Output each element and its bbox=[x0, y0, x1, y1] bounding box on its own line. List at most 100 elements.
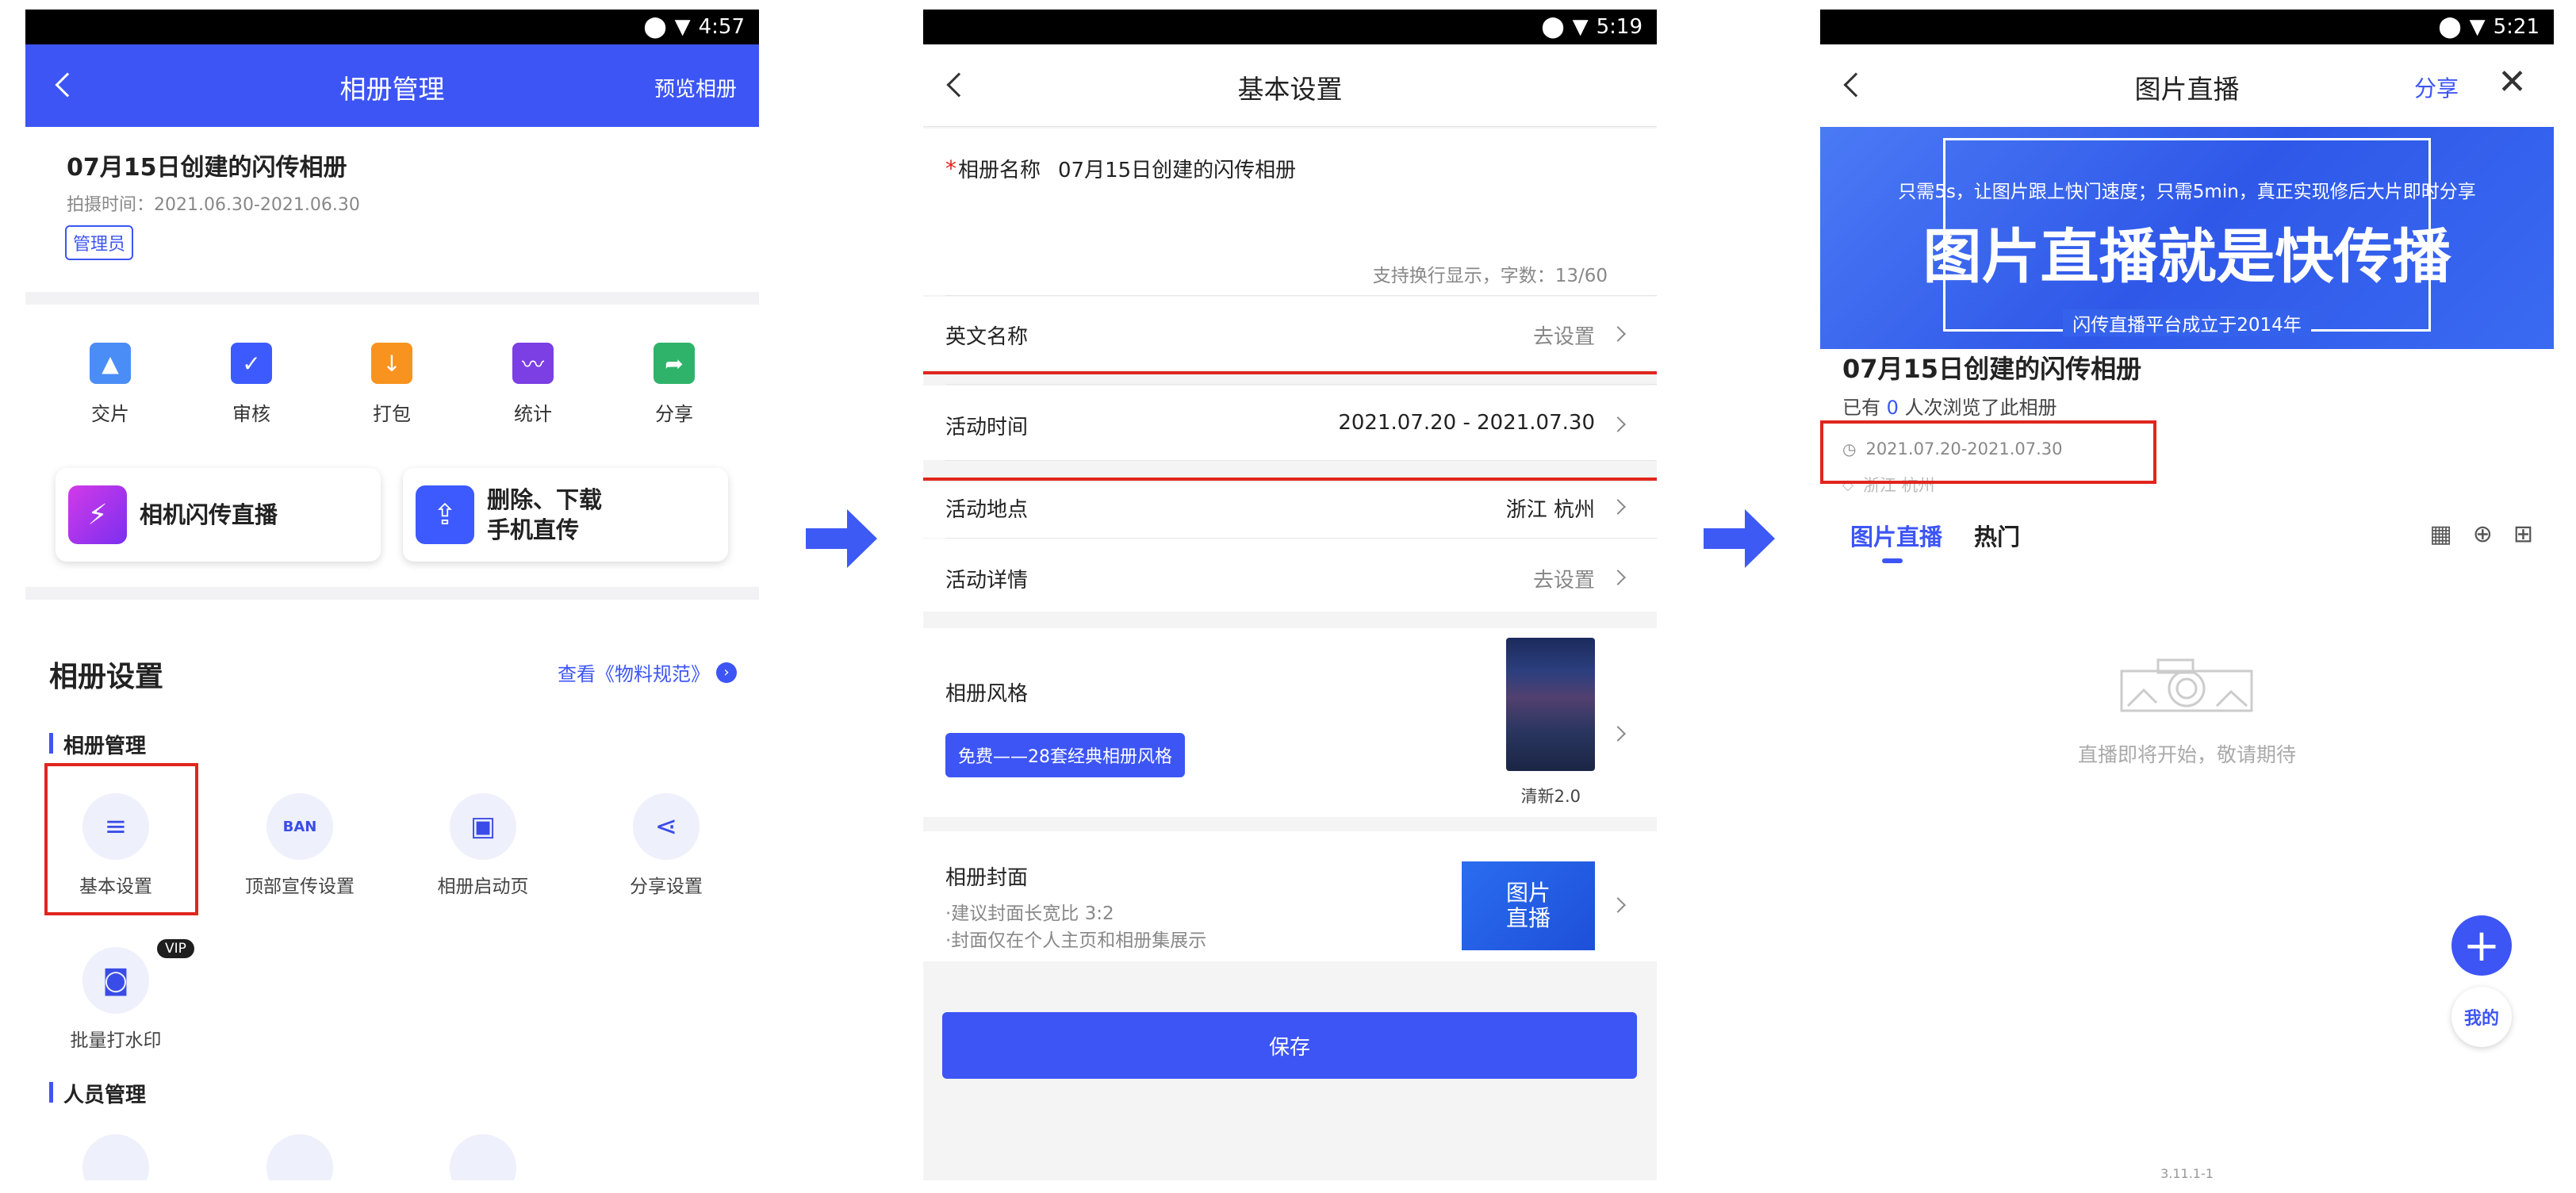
globe-icon[interactable]: ⊕ bbox=[2473, 520, 2493, 548]
quick-action-review[interactable]: ✓ 审核 bbox=[208, 343, 295, 426]
image-upload-icon: ▲ bbox=[90, 343, 131, 384]
page-title: 基本设置 bbox=[1237, 74, 1343, 105]
location-icon: ⬤ bbox=[643, 15, 667, 39]
quick-action-deliver[interactable]: ▲ 交片 bbox=[67, 343, 154, 426]
status-bar: ⬤ ▼ 5:21 bbox=[1820, 10, 2554, 44]
save-button-label: 保存 bbox=[1268, 1035, 1310, 1060]
app-header: 图片直播 分享 ✕ bbox=[1820, 44, 2554, 127]
album-name: 07月15日创建的闪传相册 bbox=[1842, 354, 2142, 384]
album-name-section[interactable]: * 相册名称 07月15日创建的闪传相册 支持换行显示，字数：13/60 bbox=[923, 129, 1657, 295]
row-label: 相册封面 bbox=[945, 866, 1029, 890]
viewer-suffix: 人次浏览了此相册 bbox=[1898, 397, 2057, 419]
viewer-number: 0 bbox=[1886, 397, 1899, 419]
banner-top-text: 只需5s，让图片跟上快门速度；只需5min，真正实现修后大片即时分享 bbox=[1898, 182, 2476, 202]
quick-action-label: 打包 bbox=[373, 403, 411, 425]
empty-camera-icon bbox=[2120, 654, 2253, 712]
chevron-right-icon bbox=[1610, 499, 1626, 515]
banner-icon: BAN bbox=[266, 793, 333, 860]
lightning-icon: ⚡ bbox=[68, 485, 127, 544]
save-button[interactable]: 保存 bbox=[942, 1012, 1637, 1079]
shoot-time: 拍摄时间：2021.06.30-2021.06.30 bbox=[67, 195, 360, 215]
cover-hint-1: ·建议封面长宽比 3:2 bbox=[945, 903, 1114, 924]
card-label: 相机闪传直播 bbox=[140, 501, 278, 528]
location-icon: ⬤ bbox=[2438, 15, 2462, 39]
version-text: 3.11.1-1 bbox=[2160, 1166, 2214, 1180]
row-label: 活动详情 bbox=[945, 569, 1029, 593]
flow-arrow-1 bbox=[806, 509, 877, 568]
page-title: 相册管理 bbox=[339, 74, 445, 105]
quick-action-stats[interactable]: 〰 统计 bbox=[489, 343, 577, 426]
phone-upload-card[interactable]: ⇪ 删除、下载 手机直传 bbox=[403, 468, 728, 562]
setting-label: 批量打水印 bbox=[70, 1030, 162, 1051]
grid-layout-icon[interactable]: ⊞ bbox=[2513, 520, 2533, 548]
divider bbox=[945, 460, 1657, 461]
phone-upload-icon: ⇪ bbox=[416, 485, 474, 544]
style-thumbnail bbox=[1506, 638, 1595, 771]
row-album-cover[interactable]: 相册封面 ·建议封面长宽比 3:2 ·封面仅在个人主页和相册集展示 图片 直播 bbox=[923, 831, 1657, 961]
row-album-style[interactable]: 相册风格 免费——28套经典相册风格 清新2.0 bbox=[923, 628, 1657, 817]
cover-thumbnail-text: 图片 直播 bbox=[1505, 880, 1551, 931]
viewer-prefix: 已有 bbox=[1842, 397, 1887, 419]
section-marker bbox=[49, 733, 53, 754]
add-fab[interactable]: + bbox=[2451, 915, 2512, 976]
chevron-right-icon bbox=[1610, 897, 1626, 913]
setting-label: 分享设置 bbox=[630, 877, 703, 897]
close-icon[interactable]: ✕ bbox=[2497, 62, 2527, 102]
tab-tools: ▦ ⊕ ⊞ bbox=[2429, 520, 2533, 548]
row-english-name[interactable]: 英文名称 去设置 bbox=[923, 297, 1657, 370]
share-link[interactable]: 分享 bbox=[2414, 71, 2459, 103]
quick-action-pack[interactable]: ↓ 打包 bbox=[348, 343, 435, 426]
screen-album-management: ⬤ ▼ 4:57 相册管理 预览相册 07月15日创建的闪传相册 拍摄时间：20… bbox=[25, 10, 759, 1180]
setting-label: 相册启动页 bbox=[437, 877, 529, 897]
chevron-right-icon bbox=[1610, 726, 1626, 742]
banner-bottom-text: 闪传直播平台成立于2014年 bbox=[2063, 309, 2311, 336]
qr-code-icon[interactable]: ▦ bbox=[2429, 520, 2451, 548]
people-icon-2[interactable] bbox=[266, 1134, 333, 1180]
promo-banner: 只需5s，让图片跟上快门速度；只需5min，真正实现修后大片即时分享 图片直播就… bbox=[1820, 127, 2554, 349]
row-activity-location[interactable]: 活动地点 浙江 杭州 bbox=[923, 482, 1657, 538]
material-spec-link[interactable]: 查看《物料规范》 › bbox=[558, 658, 737, 686]
chevron-circle-icon: › bbox=[716, 662, 737, 683]
setting-share[interactable]: ⋖ 分享设置 bbox=[587, 793, 746, 898]
camera-watermark-icon: ◙ bbox=[82, 947, 149, 1014]
cover-hint-2: ·封面仅在个人主页和相册集展示 bbox=[945, 930, 1207, 951]
image-icon: ▣ bbox=[450, 793, 516, 860]
row-label: 英文名称 bbox=[945, 325, 1029, 349]
mine-label: 我的 bbox=[2463, 1009, 2499, 1029]
highlight-box bbox=[923, 371, 1657, 481]
setting-launch-page[interactable]: ▣ 相册启动页 bbox=[404, 793, 562, 898]
people-icon-1[interactable] bbox=[82, 1134, 149, 1180]
screen-photo-live: ⬤ ▼ 5:21 图片直播 分享 ✕ 只需5s，让图片跟上快门速度；只需5min… bbox=[1820, 10, 2554, 1180]
setting-watermark[interactable]: ◙ 批量打水印 bbox=[36, 947, 195, 1052]
preview-album-link[interactable]: 预览相册 bbox=[654, 73, 737, 102]
status-bar: ⬤ ▼ 4:57 bbox=[25, 10, 759, 44]
setting-top-banner[interactable]: BAN 顶部宣传设置 bbox=[220, 793, 379, 898]
quick-action-label: 分享 bbox=[655, 403, 693, 425]
location-icon: ⬤ bbox=[1541, 15, 1565, 39]
row-activity-details[interactable]: 活动详情 去设置 bbox=[923, 539, 1657, 612]
style-thumbnail-caption: 清新2.0 bbox=[1520, 787, 1581, 806]
tab-label: 热门 bbox=[1974, 524, 2021, 550]
app-header: 基本设置 bbox=[923, 44, 1657, 127]
tab-photo-live[interactable]: 图片直播 bbox=[1850, 519, 1942, 552]
people-icon-3[interactable] bbox=[450, 1134, 516, 1180]
tab-label: 图片直播 bbox=[1850, 524, 1943, 550]
status-time: 5:21 bbox=[2493, 15, 2540, 39]
tab-hot[interactable]: 热门 bbox=[1974, 519, 2020, 552]
material-link-label: 查看《物料规范》 bbox=[558, 663, 710, 685]
camera-live-card[interactable]: ⚡ 相机闪传直播 bbox=[56, 468, 381, 562]
row-label: 相册风格 bbox=[945, 682, 1029, 706]
chevron-right-icon bbox=[1610, 326, 1626, 342]
divider bbox=[25, 292, 759, 305]
status-bar: ⬤ ▼ 5:19 bbox=[923, 10, 1657, 44]
required-mark: * bbox=[945, 155, 956, 182]
album-name-label: 相册名称 bbox=[958, 159, 1041, 182]
quick-action-label: 统计 bbox=[514, 403, 552, 425]
monitor-chart-icon: 〰 bbox=[512, 343, 554, 384]
plus-icon: + bbox=[2463, 919, 2501, 972]
wifi-icon: ▼ bbox=[1572, 15, 1589, 39]
mine-button[interactable]: 我的 bbox=[2451, 987, 2512, 1047]
album-name-value[interactable]: 07月15日创建的闪传相册 bbox=[1058, 154, 1296, 183]
quick-action-share[interactable]: ➦ 分享 bbox=[631, 343, 718, 426]
clipboard-check-icon: ✓ bbox=[231, 343, 272, 384]
